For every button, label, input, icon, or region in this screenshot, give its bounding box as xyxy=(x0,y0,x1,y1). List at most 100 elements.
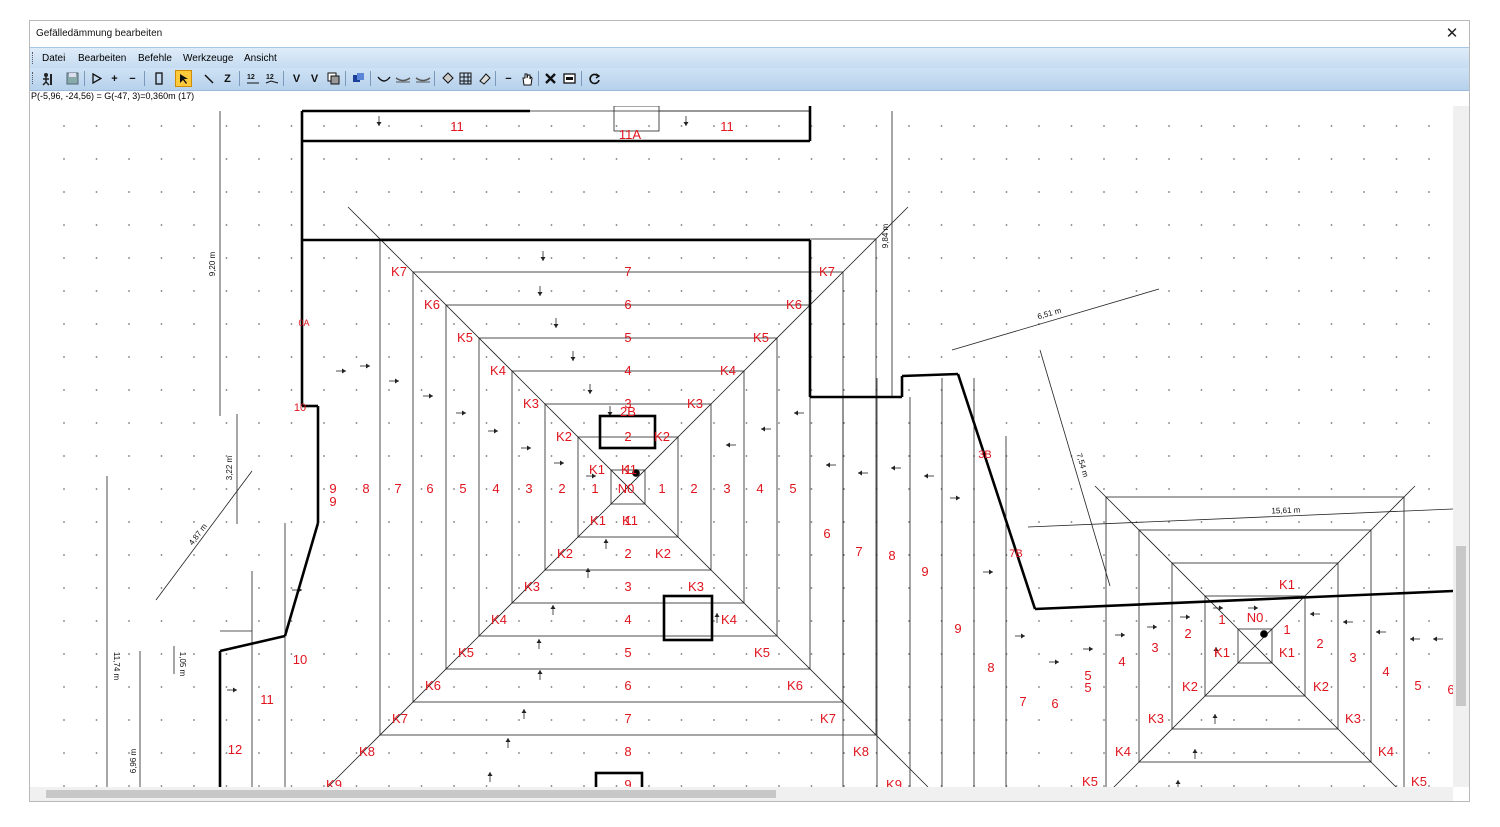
grid-dot xyxy=(713,257,715,259)
copy-icon[interactable] xyxy=(325,70,342,87)
grid-dot xyxy=(1265,422,1268,424)
horizontal-scrollbar[interactable] xyxy=(30,787,1453,801)
area-label: 3 xyxy=(1349,650,1356,665)
toolbar-separator xyxy=(283,71,284,86)
grid-dot xyxy=(1103,125,1105,127)
grid-dot xyxy=(193,587,195,589)
area-label: K5 xyxy=(458,645,474,660)
grid-icon[interactable] xyxy=(457,70,474,87)
grid-dot xyxy=(1103,455,1105,457)
plus-icon[interactable]: + xyxy=(106,70,123,87)
grid-dot xyxy=(290,752,293,754)
minus-icon[interactable]: − xyxy=(124,70,141,87)
grid-dot xyxy=(1363,191,1365,193)
label2-icon[interactable]: 12 xyxy=(263,70,280,87)
grid-dot xyxy=(583,455,585,457)
menu-ansicht[interactable]: Ansicht xyxy=(244,53,277,64)
toolbar-grip-icon[interactable] xyxy=(32,72,36,84)
area-label: K5 xyxy=(754,645,770,660)
save-icon[interactable] xyxy=(64,70,81,87)
line-icon[interactable] xyxy=(200,70,217,87)
window-icon[interactable] xyxy=(561,70,578,87)
grid-dot xyxy=(420,686,423,688)
grid-dot xyxy=(518,488,520,490)
drawing-canvas[interactable]: 11 11A 11 K7 K7 7 K6 K6 6 K5 K5 5 K4 K4 4 K3 K3 3 K2 K2 2 K1 K… xyxy=(30,106,1453,787)
grid-dot xyxy=(258,323,260,325)
grid-dot xyxy=(1265,620,1268,622)
erase-icon[interactable] xyxy=(476,70,493,87)
vertical-scrollbar[interactable] xyxy=(1453,106,1469,787)
grid-dot xyxy=(453,686,455,688)
grid-dot xyxy=(648,290,650,292)
grid-dot xyxy=(908,125,910,127)
layers-icon[interactable] xyxy=(350,70,367,87)
grid-dot xyxy=(258,389,260,391)
slope-arrowhead xyxy=(1021,633,1025,639)
door-icon[interactable] xyxy=(150,70,167,87)
wave-icon[interactable] xyxy=(394,70,411,87)
grid-dot xyxy=(1395,752,1398,754)
grid-dot xyxy=(323,719,325,721)
grid-dot xyxy=(63,257,65,259)
menu-werkzeuge[interactable]: Werkzeuge xyxy=(183,53,233,64)
slope-arrowhead xyxy=(505,738,511,742)
z-icon[interactable]: Z xyxy=(219,70,236,87)
v-icon[interactable]: V xyxy=(288,70,305,87)
player-icon[interactable] xyxy=(38,70,55,87)
grid-dot xyxy=(648,158,650,160)
menu-grip-icon[interactable] xyxy=(32,52,36,64)
grid-dot xyxy=(1135,686,1138,688)
grid-dot xyxy=(1395,323,1398,325)
vertical-scroll-thumb[interactable] xyxy=(1456,546,1466,706)
grid-dot xyxy=(745,290,748,292)
area-label: K8 xyxy=(853,744,869,759)
grid-dot xyxy=(95,620,98,622)
area-label: K3 xyxy=(687,396,703,411)
hand-icon[interactable] xyxy=(518,70,535,87)
label-icon[interactable]: 12 xyxy=(244,70,261,87)
fill-icon[interactable] xyxy=(439,70,456,87)
grid-dot xyxy=(420,422,423,424)
menu-datei[interactable]: Datei xyxy=(42,53,65,64)
curve-icon[interactable] xyxy=(375,70,392,87)
pointer-icon[interactable] xyxy=(175,70,192,87)
slope-arrowhead xyxy=(429,393,433,399)
grid-dot xyxy=(550,158,553,160)
grid-dot xyxy=(875,125,878,127)
horizontal-scroll-thumb[interactable] xyxy=(46,790,776,798)
grid-dot xyxy=(1298,158,1300,160)
wave2-icon[interactable] xyxy=(414,70,431,87)
grid-dot xyxy=(680,356,683,358)
grid-dot xyxy=(908,224,910,226)
grid-dot xyxy=(355,224,358,226)
grid-dot xyxy=(355,191,358,193)
roof-plan-drawing[interactable]: 1111A11K7 K77K6 K66K5 K55K4 K44K3 K33K2 K22K1 K… xyxy=(30,106,1453,787)
area-label: 11 xyxy=(450,119,464,134)
v2-icon[interactable]: V xyxy=(306,70,323,87)
menu-bearbeiten[interactable]: Bearbeiten xyxy=(78,53,126,64)
close-button[interactable]: ✕ xyxy=(1435,21,1469,47)
area-label: 9 xyxy=(329,494,336,509)
grid-dot xyxy=(778,356,780,358)
play-icon[interactable] xyxy=(88,70,105,87)
grid-dot xyxy=(810,686,813,688)
grid-dot xyxy=(1233,158,1235,160)
grid-dot xyxy=(680,752,683,754)
grid-dot xyxy=(1200,554,1203,556)
grid-dot xyxy=(355,521,358,523)
grid-dot xyxy=(680,554,683,556)
grid-dot xyxy=(615,224,618,226)
menu-befehle[interactable]: Befehle xyxy=(138,53,172,64)
delete-icon[interactable] xyxy=(542,70,559,87)
refresh-icon[interactable] xyxy=(586,70,603,87)
grid-dot xyxy=(778,323,780,325)
grid-dot xyxy=(63,191,65,193)
grid-dot xyxy=(485,158,488,160)
grid-dot xyxy=(95,356,98,358)
grid-dot xyxy=(63,719,65,721)
grid-dot xyxy=(1395,356,1398,358)
dash-icon[interactable]: − xyxy=(500,70,517,87)
grid-dot xyxy=(1070,686,1073,688)
grid-dot xyxy=(1038,191,1040,193)
grid-dot xyxy=(1168,653,1170,655)
